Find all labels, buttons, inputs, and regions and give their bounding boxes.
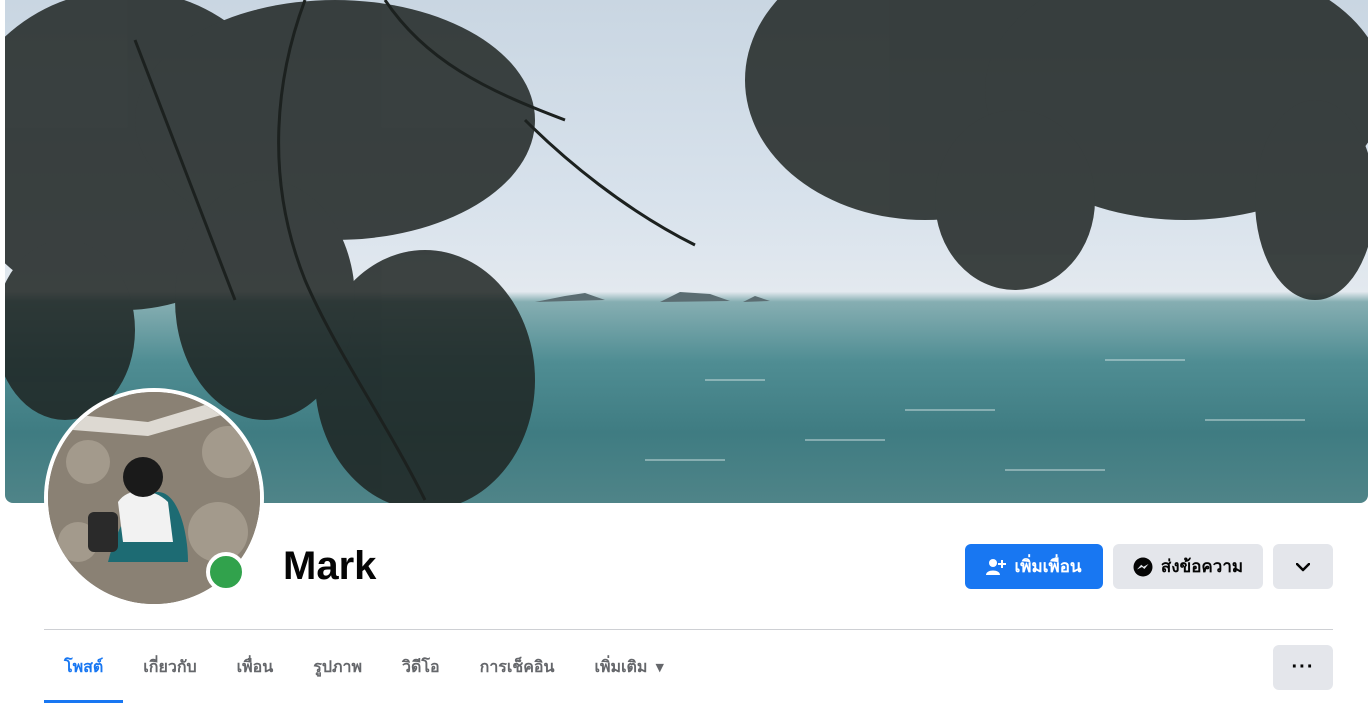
add-friend-button[interactable]: เพิ่มเพื่อน: [965, 544, 1103, 589]
tab-label: วิดีโอ: [402, 656, 440, 676]
tab-label: เพิ่มเติม: [594, 656, 648, 676]
send-message-label: ส่งข้อความ: [1160, 557, 1244, 577]
tab-checkins[interactable]: การเช็คอิน: [460, 631, 575, 703]
tab-label: รูปภาพ: [313, 656, 363, 676]
send-message-button[interactable]: ส่งข้อความ: [1113, 544, 1263, 589]
messenger-icon: [1133, 557, 1153, 577]
chevron-down-icon: [1295, 557, 1311, 577]
profile-tabs: โพสต์ เกี่ยวกับ เพื่อน รูปภาพ วิดีโอ การ…: [44, 631, 684, 705]
tabs-overflow-button[interactable]: ···: [1273, 645, 1333, 690]
add-friend-icon: [986, 558, 1007, 576]
tab-posts[interactable]: โพสต์: [44, 631, 124, 703]
tab-videos[interactable]: วิดีโอ: [382, 631, 460, 703]
tab-label: เพื่อน: [236, 656, 274, 676]
caret-down-icon: ▼: [655, 660, 664, 674]
tab-friends[interactable]: เพื่อน: [217, 631, 294, 703]
tab-label: โพสต์: [64, 656, 104, 676]
tab-label: การเช็คอิน: [479, 656, 555, 676]
tab-photos[interactable]: รูปภาพ: [293, 631, 382, 703]
tab-more[interactable]: เพิ่มเติม ▼: [574, 631, 683, 703]
profile-name: Mark: [283, 544, 377, 588]
ellipsis-icon: ···: [1291, 656, 1315, 678]
profile-picture[interactable]: [44, 388, 264, 608]
header-divider: [44, 629, 1333, 630]
profile-more-options-button[interactable]: [1273, 544, 1333, 589]
add-friend-label: เพิ่มเพื่อน: [1014, 557, 1082, 577]
tab-label: เกี่ยวกับ: [143, 656, 197, 676]
tab-about[interactable]: เกี่ยวกับ: [123, 631, 216, 703]
online-status-indicator: [206, 552, 246, 592]
